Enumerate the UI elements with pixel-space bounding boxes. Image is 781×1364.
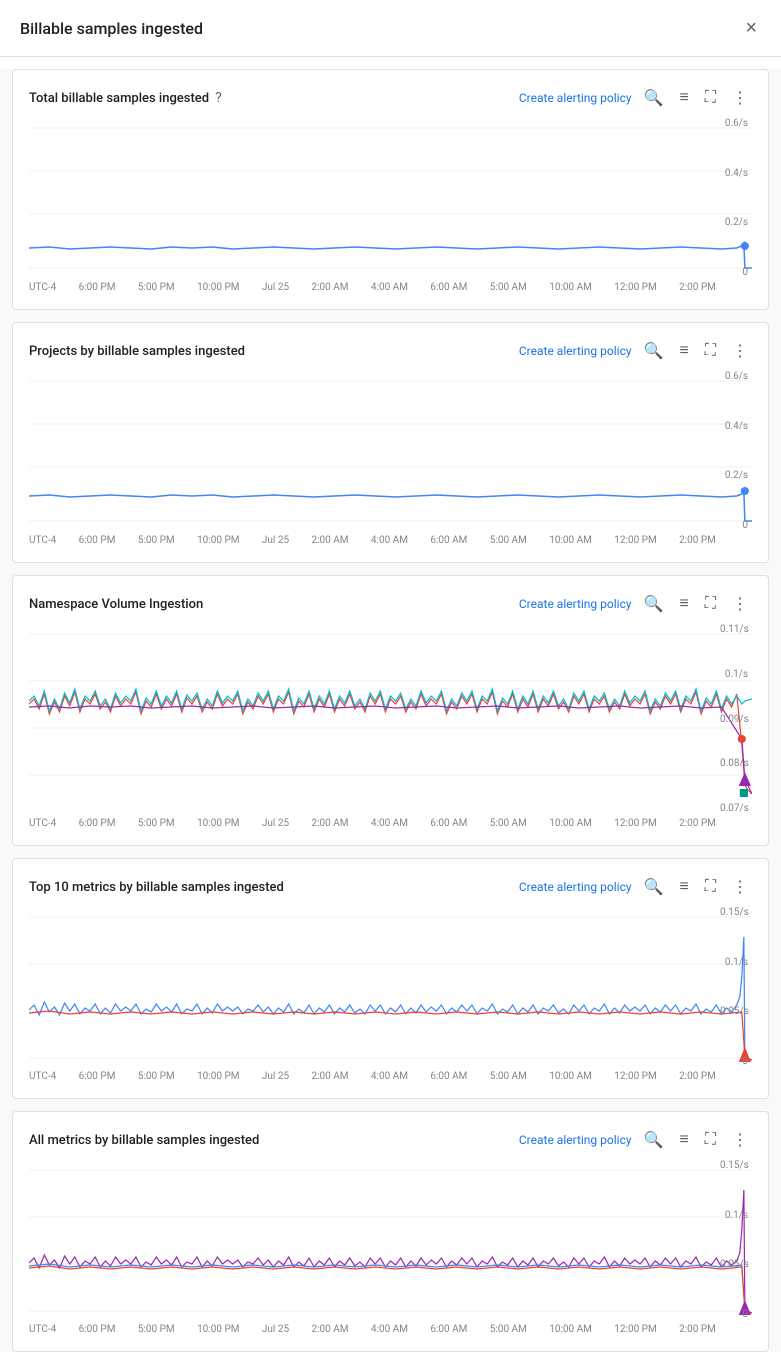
chart-card-2: Projects by billable samples ingested Cr… <box>12 322 769 563</box>
chart-actions-2: Create alerting policy 🔍 ≡ ⛶ ⋮ <box>519 339 752 363</box>
modal-title: Billable samples ingested <box>20 19 203 38</box>
chart-title-1: Total billable samples ingested <box>29 91 209 106</box>
chart-area-1: 0.6/s 0.4/s 0.2/s 0 <box>29 118 752 278</box>
search-icon-5[interactable]: 🔍 <box>640 1128 668 1152</box>
x-axis-2: UTC-4 6:00 PM 5:00 PM 10:00 PM Jul 25 2:… <box>29 535 752 546</box>
x-axis-4: UTC-4 6:00 PM 5:00 PM 10:00 PM Jul 25 2:… <box>29 1071 752 1082</box>
chart-title-area-2: Projects by billable samples ingested <box>29 344 245 359</box>
y-axis-5: 0.15/s 0.1/s 0.05/s 0 <box>716 1160 752 1320</box>
chart-svg-3 <box>29 624 752 814</box>
expand-icon-3[interactable]: ⛶ <box>701 593 720 615</box>
more-icon-4[interactable]: ⋮ <box>728 875 752 899</box>
legend-icon-1[interactable]: ≡ <box>675 87 692 109</box>
create-alerting-link-3[interactable]: Create alerting policy <box>519 597 632 611</box>
chart-wrapper-2: 0.6/s 0.4/s 0.2/s 0 UTC-4 6:00 PM 5:00 P… <box>29 371 752 546</box>
y-axis-4: 0.15/s 0.1/s 0.05/s 0 <box>716 907 752 1067</box>
legend-icon-5[interactable]: ≡ <box>675 1129 692 1151</box>
chart-header-5: All metrics by billable samples ingested… <box>29 1128 752 1152</box>
legend-icon-3[interactable]: ≡ <box>675 593 692 615</box>
x-axis-5: UTC-4 6:00 PM 5:00 PM 10:00 PM Jul 25 2:… <box>29 1324 752 1335</box>
search-icon-2[interactable]: 🔍 <box>640 339 668 363</box>
expand-icon-1[interactable]: ⛶ <box>701 87 720 109</box>
create-alerting-link-1[interactable]: Create alerting policy <box>519 91 632 105</box>
chart-title-3: Namespace Volume Ingestion <box>29 597 203 612</box>
chart-title-5: All metrics by billable samples ingested <box>29 1133 259 1148</box>
expand-icon-4[interactable]: ⛶ <box>701 876 720 898</box>
chart-svg-2 <box>29 371 752 531</box>
chart-area-3: 0.11/s 0.1/s 0.09/s 0.08/s 0.07/s <box>29 624 752 814</box>
chart-title-area-1: Total billable samples ingested ? <box>29 90 222 106</box>
more-icon-5[interactable]: ⋮ <box>728 1128 752 1152</box>
chart-header-2: Projects by billable samples ingested Cr… <box>29 339 752 363</box>
close-button[interactable]: × <box>741 14 761 42</box>
help-icon-1[interactable]: ? <box>215 90 222 106</box>
chart-svg-5 <box>29 1160 752 1320</box>
create-alerting-link-2[interactable]: Create alerting policy <box>519 344 632 358</box>
chart-area-4: 0.15/s 0.1/s 0.05/s 0 <box>29 907 752 1067</box>
chart-header-3: Namespace Volume Ingestion Create alerti… <box>29 592 752 616</box>
chart-card-4: Top 10 metrics by billable samples inges… <box>12 858 769 1099</box>
chart-title-area-4: Top 10 metrics by billable samples inges… <box>29 880 284 895</box>
search-icon-3[interactable]: 🔍 <box>640 592 668 616</box>
search-icon-4[interactable]: 🔍 <box>640 875 668 899</box>
chart-title-area-3: Namespace Volume Ingestion <box>29 597 203 612</box>
chart-card-5: All metrics by billable samples ingested… <box>12 1111 769 1352</box>
chart-actions-3: Create alerting policy 🔍 ≡ ⛶ ⋮ <box>519 592 752 616</box>
x-axis-3: UTC-4 6:00 PM 5:00 PM 10:00 PM Jul 25 2:… <box>29 818 752 829</box>
chart-header-4: Top 10 metrics by billable samples inges… <box>29 875 752 899</box>
chart-card-1: Total billable samples ingested ? Create… <box>12 69 769 310</box>
chart-title-2: Projects by billable samples ingested <box>29 344 245 359</box>
chart-actions-1: Create alerting policy 🔍 ≡ ⛶ ⋮ <box>519 86 752 110</box>
more-icon-2[interactable]: ⋮ <box>728 339 752 363</box>
chart-title-area-5: All metrics by billable samples ingested <box>29 1133 259 1148</box>
chart-wrapper-4: 0.15/s 0.1/s 0.05/s 0 UTC-4 6:00 PM 5:00… <box>29 907 752 1082</box>
create-alerting-link-4[interactable]: Create alerting policy <box>519 880 632 894</box>
modal-header: Billable samples ingested × <box>0 0 781 57</box>
chart-wrapper-3: 0.11/s 0.1/s 0.09/s 0.08/s 0.07/s UTC-4 … <box>29 624 752 829</box>
chart-title-4: Top 10 metrics by billable samples inges… <box>29 880 284 895</box>
chart-area-2: 0.6/s 0.4/s 0.2/s 0 <box>29 371 752 531</box>
charts-container: Total billable samples ingested ? Create… <box>0 69 781 1352</box>
chart-card-3: Namespace Volume Ingestion Create alerti… <box>12 575 769 846</box>
chart-actions-4: Create alerting policy 🔍 ≡ ⛶ ⋮ <box>519 875 752 899</box>
search-icon-1[interactable]: 🔍 <box>640 86 668 110</box>
y-axis-2: 0.6/s 0.4/s 0.2/s 0 <box>716 371 752 531</box>
legend-icon-2[interactable]: ≡ <box>675 340 692 362</box>
chart-area-5: 0.15/s 0.1/s 0.05/s 0 <box>29 1160 752 1320</box>
more-icon-1[interactable]: ⋮ <box>728 86 752 110</box>
x-axis-1: UTC-4 6:00 PM 5:00 PM 10:00 PM Jul 25 2:… <box>29 282 752 293</box>
chart-header-1: Total billable samples ingested ? Create… <box>29 86 752 110</box>
expand-icon-2[interactable]: ⛶ <box>701 340 720 362</box>
y-axis-3: 0.11/s 0.1/s 0.09/s 0.08/s 0.07/s <box>716 624 752 814</box>
legend-icon-4[interactable]: ≡ <box>675 876 692 898</box>
chart-svg-4 <box>29 907 752 1067</box>
chart-wrapper-1: 0.6/s 0.4/s 0.2/s 0 UTC-4 6:00 PM 5:00 P… <box>29 118 752 293</box>
chart-wrapper-5: 0.15/s 0.1/s 0.05/s 0 UTC-4 6:00 PM 5:00… <box>29 1160 752 1335</box>
expand-icon-5[interactable]: ⛶ <box>701 1129 720 1151</box>
y-axis-1: 0.6/s 0.4/s 0.2/s 0 <box>716 118 752 278</box>
create-alerting-link-5[interactable]: Create alerting policy <box>519 1133 632 1147</box>
chart-svg-1 <box>29 118 752 278</box>
chart-actions-5: Create alerting policy 🔍 ≡ ⛶ ⋮ <box>519 1128 752 1152</box>
more-icon-3[interactable]: ⋮ <box>728 592 752 616</box>
